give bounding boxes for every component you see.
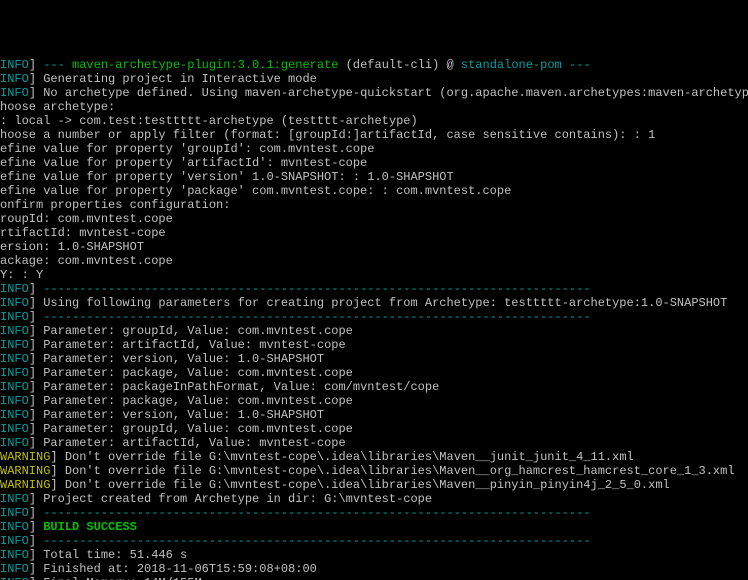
terminal-output[interactable]: INFO] --- maven-archetype-plugin:3.0.1:g… bbox=[0, 58, 748, 580]
